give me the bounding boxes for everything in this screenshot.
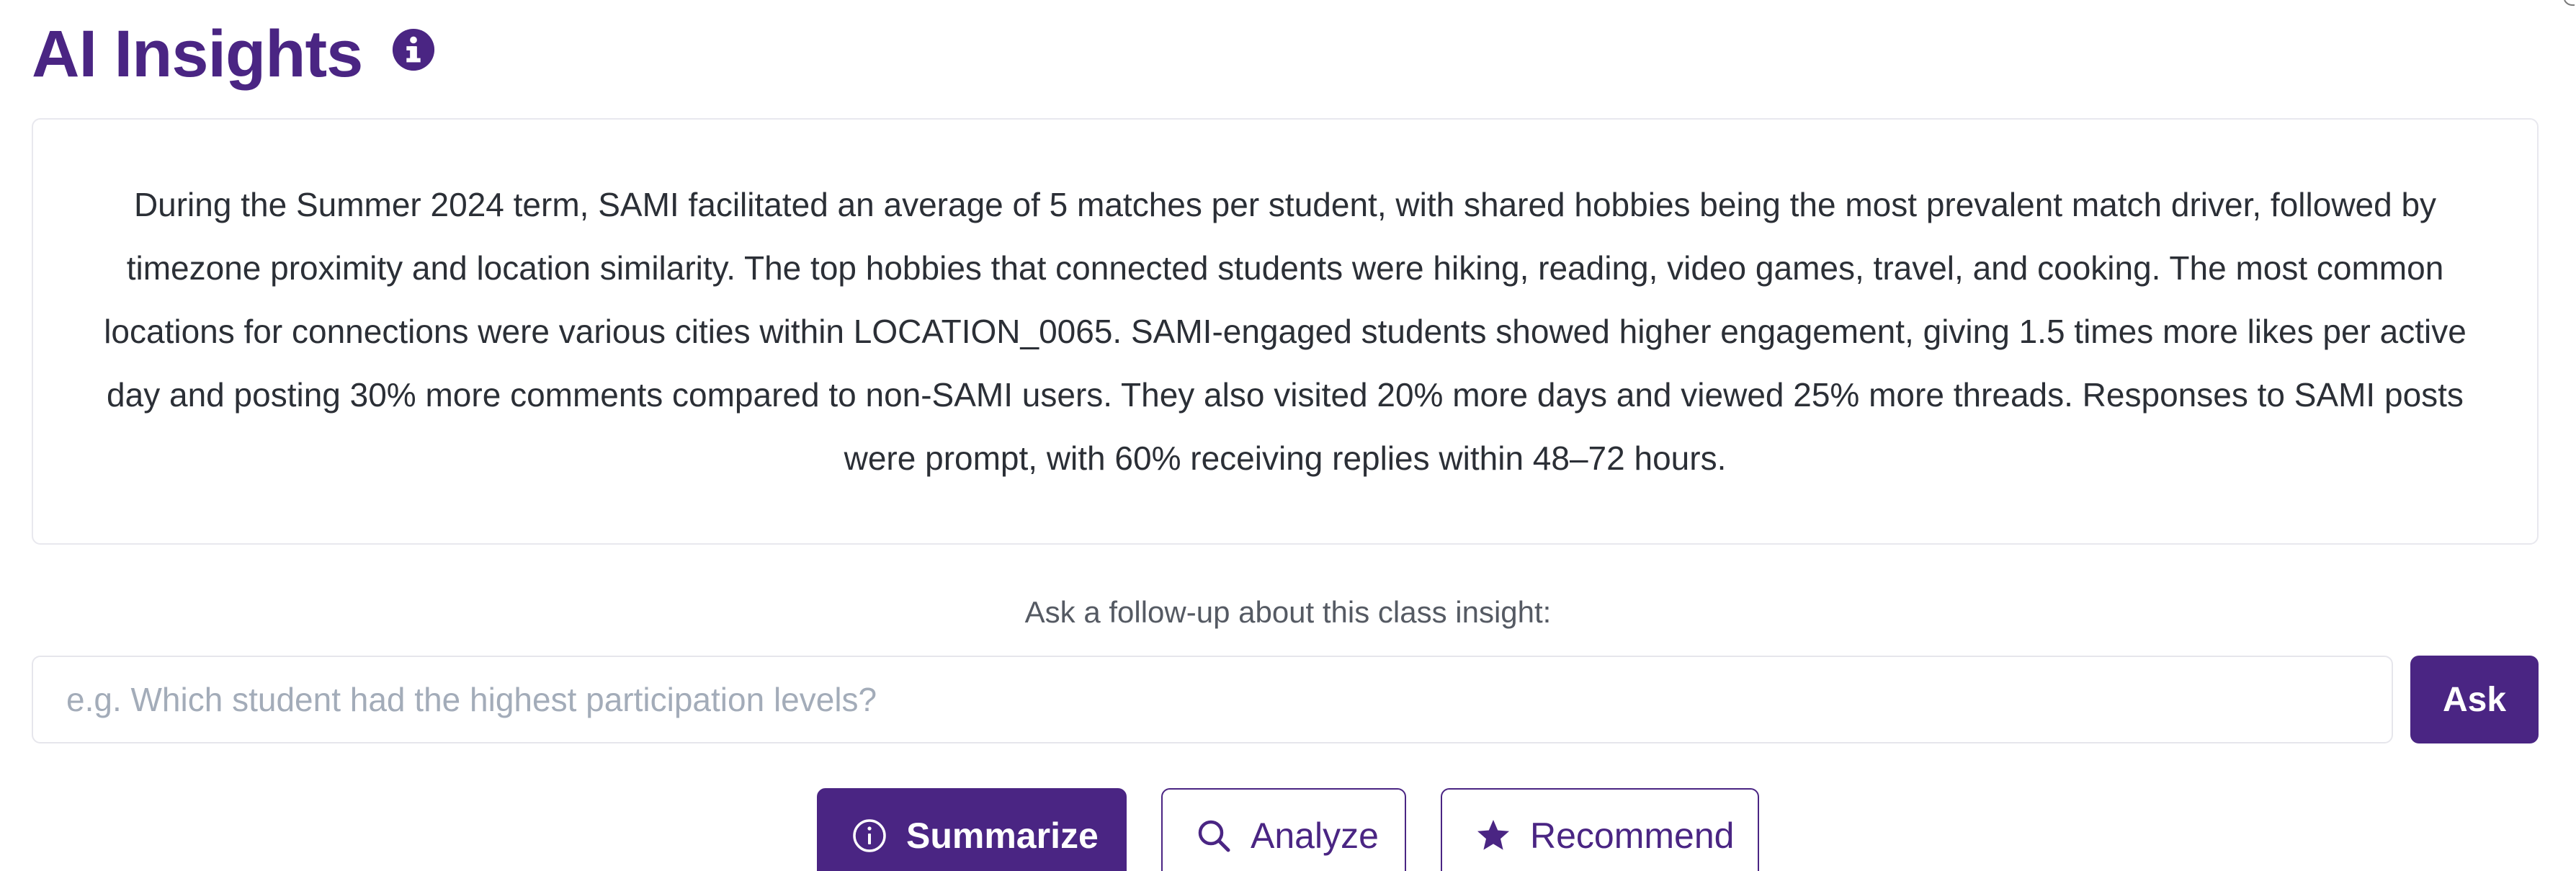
recommend-button[interactable]: Recommend <box>1441 788 1759 871</box>
star-icon <box>1477 820 1509 850</box>
analyze-button[interactable]: Analyze <box>1161 788 1406 871</box>
info-circle-outline-icon <box>853 819 886 852</box>
ask-button[interactable]: Ask <box>2410 656 2539 743</box>
insight-card: During the Summer 2024 term, SAMI facili… <box>32 118 2539 545</box>
header: AI Insights <box>32 14 436 94</box>
window-corner-decoration <box>2564 0 2575 6</box>
analyze-label: Analyze <box>1251 816 1379 856</box>
search-icon <box>1198 820 1230 852</box>
ai-insights-panel: AI Insights During the Summer 2024 term,… <box>0 0 2576 871</box>
action-buttons: Summarize Analyze Recommend <box>0 788 2576 871</box>
followup-question-input[interactable] <box>32 656 2393 743</box>
page-title: AI Insights <box>32 17 363 91</box>
summarize-button[interactable]: Summarize <box>817 788 1127 871</box>
info-icon[interactable] <box>391 27 436 72</box>
recommend-label: Recommend <box>1530 816 1735 856</box>
followup-label: Ask a follow-up about this class insight… <box>1024 595 1552 629</box>
summarize-label: Summarize <box>906 816 1099 856</box>
insight-text: During the Summer 2024 term, SAMI facili… <box>104 186 2467 477</box>
